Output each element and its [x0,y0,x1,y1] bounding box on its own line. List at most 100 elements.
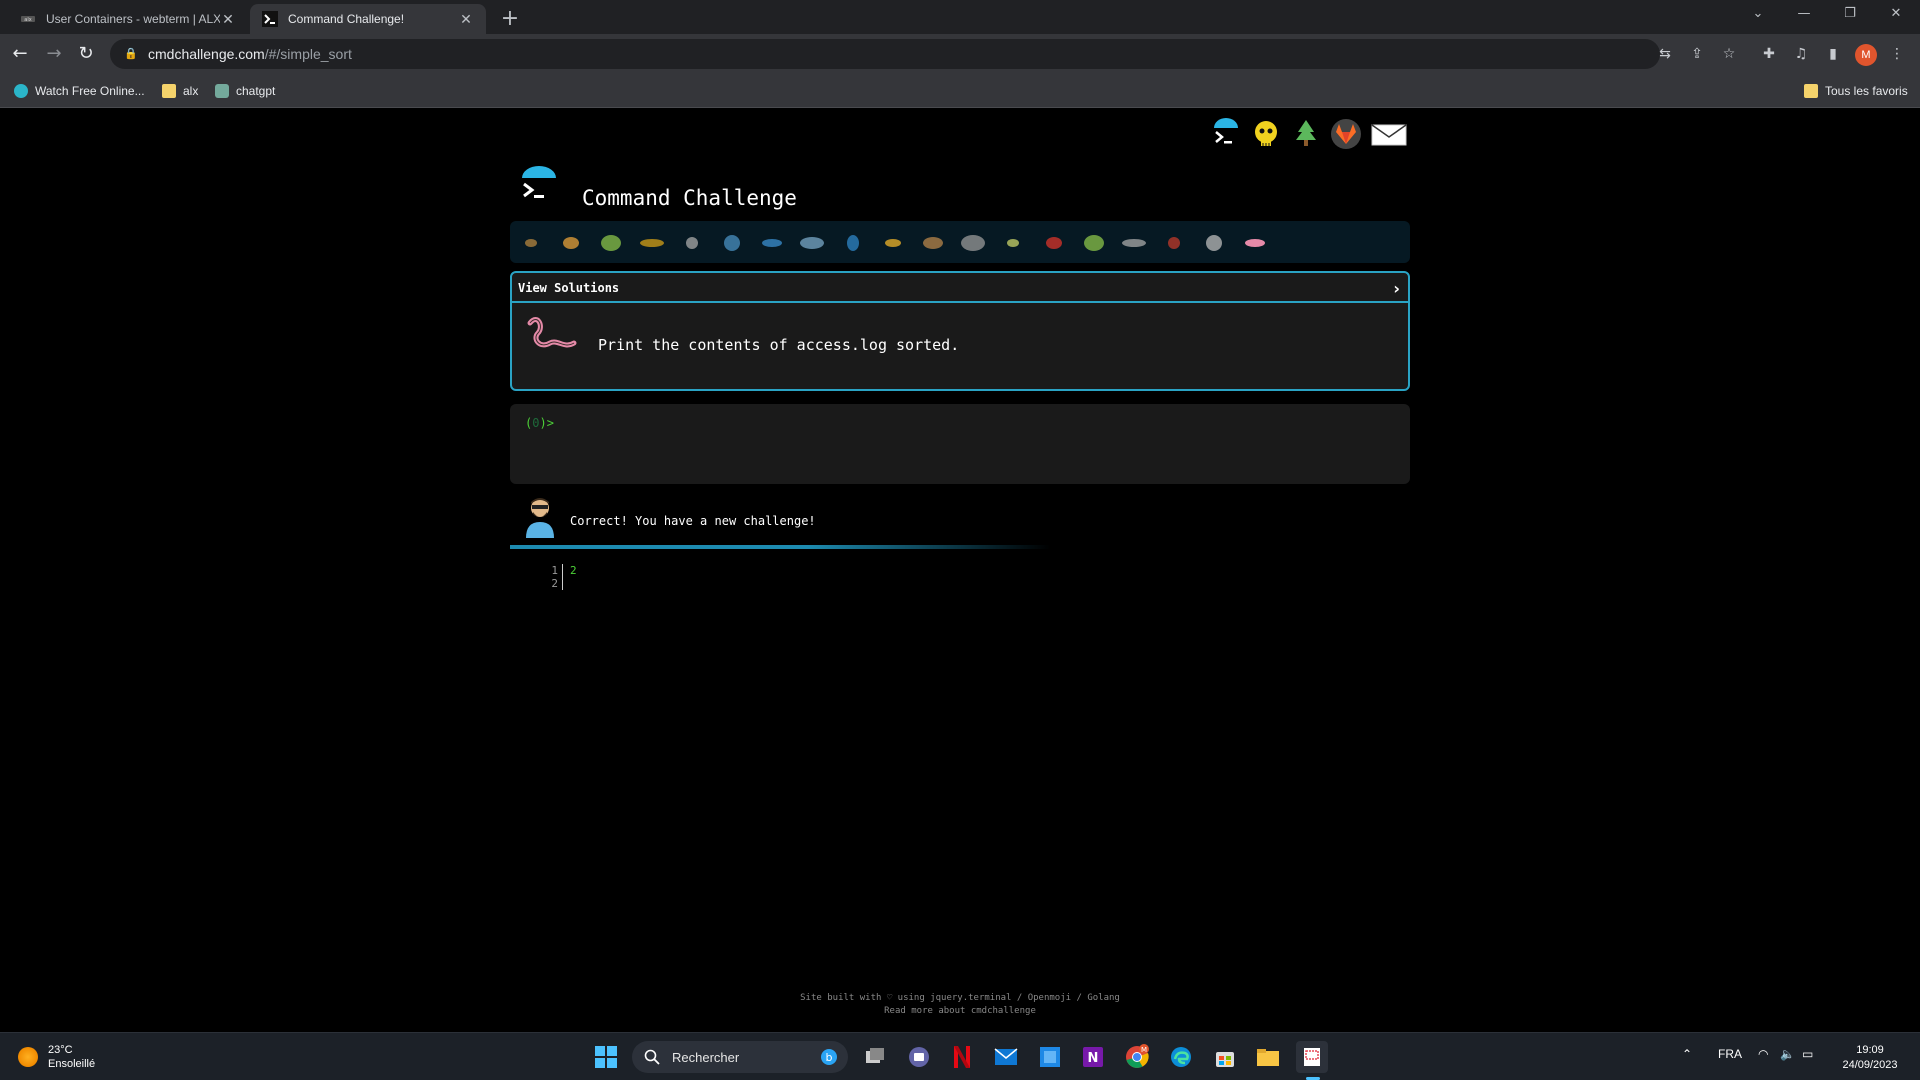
terminal-logo-icon[interactable] [516,164,562,214]
tree-icon[interactable] [1290,118,1322,150]
mosquito-icon[interactable] [998,227,1028,257]
minimize-button[interactable]: — [1782,0,1826,30]
caterpillar-icon[interactable] [596,227,626,257]
alx-favicon-icon: alx [21,16,35,23]
menu-dots-icon[interactable]: ⋮ [1886,43,1908,65]
system-clock[interactable]: 19:09 24/09/2023 [1830,1043,1910,1073]
tab-search-icon[interactable]: ⌄ [1736,0,1780,30]
file-explorer-icon[interactable] [1252,1041,1284,1073]
restore-button[interactable]: ❐ [1828,0,1872,30]
task-view-icon[interactable] [859,1041,891,1073]
insect-icon[interactable] [1119,227,1149,257]
battery-icon[interactable]: ▭ [1802,1047,1813,1061]
challenge-description: Print the contents of access.log sorted. [598,336,960,354]
prompt-suffix: )> [539,416,554,430]
feedback-row: Correct! You have a new challenge! [510,494,1410,544]
bookmark-watch-free[interactable]: Watch Free Online... [14,83,145,99]
tab-command-challenge[interactable]: Command Challenge! ✕ [250,4,486,34]
site-icon [14,84,28,98]
close-tab-icon[interactable]: ✕ [458,11,474,28]
weather-widget[interactable]: 23°C Ensoleillé [18,1041,95,1073]
ms-store-icon[interactable] [1209,1041,1241,1073]
all-bookmarks[interactable]: Tous les favoris [1804,83,1908,99]
bookmark-alx[interactable]: alx [162,83,198,99]
progress-fill [510,545,1050,549]
teams-chat-icon[interactable] [903,1041,935,1073]
challenge-panel: View Solutions › Print the contents of a… [510,271,1410,391]
worm-2-icon[interactable] [1240,227,1270,257]
clock-time: 19:09 [1856,1044,1884,1056]
mail-app-icon[interactable] [990,1041,1022,1073]
media-control-icon[interactable]: ♫ [1790,43,1812,65]
tray-overflow-icon[interactable]: ⌃ [1682,1047,1692,1061]
tab-user-containers[interactable]: alx User Containers - webterm | ALX ✕ [8,4,248,34]
gitlab-icon[interactable] [1330,118,1362,150]
chevron-right-icon[interactable]: › [1393,279,1400,298]
sun-icon [18,1047,38,1067]
side-panel-icon[interactable]: ▮ [1822,43,1844,65]
bookmark-chatgpt[interactable]: chatgpt [215,83,275,99]
chrome-icon[interactable]: M [1121,1041,1153,1073]
store-tile-icon[interactable] [1034,1041,1066,1073]
fly-icon[interactable] [1199,227,1229,257]
language-indicator[interactable]: FRA [1718,1047,1742,1061]
spider-icon[interactable] [677,227,707,257]
bookmark-star-icon[interactable]: ☆ [1718,43,1740,65]
bookmark-label: chatgpt [236,84,276,98]
extensions-icon[interactable]: ✚ [1758,43,1780,65]
taskbar-search[interactable]: Rechercher b [632,1041,848,1073]
view-solutions-label[interactable]: View Solutions [518,281,619,295]
footer-read-more-link[interactable]: Read more about cmdchallenge [0,1005,1920,1018]
top-icon-bar [1210,112,1410,152]
bing-icon: b [821,1049,837,1065]
worm-icon[interactable] [1079,227,1109,257]
reload-icon[interactable]: ↻ [74,42,98,66]
chrome-badge: M [1141,1046,1147,1054]
browser-toolbar: ← → ↻ 🔒 cmdchallenge.com/#/simple_sort ⇆… [0,34,1920,74]
windows-start-icon[interactable] [590,1041,622,1073]
close-window-button[interactable]: ✕ [1874,0,1918,30]
mail-icon[interactable] [1370,118,1408,150]
worm-icon [527,317,577,348]
shark-icon[interactable] [717,227,747,257]
bookmarks-bar: Watch Free Online... alx chatgpt Tous le… [0,74,1920,108]
new-tab-button[interactable]: + [496,6,524,34]
back-icon[interactable]: ← [8,42,32,66]
netflix-icon[interactable] [946,1041,978,1073]
tab-title: User Containers - webterm | ALX [46,12,220,26]
translate-icon[interactable]: ⇆ [1654,43,1676,65]
volume-icon[interactable]: 🔈 [1780,1047,1795,1061]
lady-beetle-icon[interactable] [1039,227,1069,257]
tropical-fish-icon[interactable] [878,227,908,257]
challenge-progress-bar [510,221,1410,263]
snail-icon[interactable] [516,227,546,257]
wolf-icon[interactable] [958,227,988,257]
view-solutions-header[interactable]: View Solutions › [512,273,1408,303]
ant-icon[interactable] [637,227,667,257]
butterfly-icon[interactable] [556,227,586,257]
skull-icon[interactable] [1250,118,1282,150]
fish-icon[interactable] [838,227,868,257]
avatar-icon [526,498,554,538]
share-icon[interactable]: ⇪ [1686,43,1708,65]
close-tab-icon[interactable]: ✕ [220,11,236,28]
chatgpt-icon [215,84,229,98]
terminal-icon[interactable] [1210,118,1242,150]
forward-icon[interactable]: → [42,42,66,66]
weather-desc: Ensoleillé [48,1058,96,1070]
dolphin-2-icon[interactable] [797,227,827,257]
profile-avatar[interactable]: M [1855,44,1877,66]
edge-icon[interactable] [1165,1041,1197,1073]
feedback-message: Correct! You have a new challenge! [570,514,816,528]
scorpion-icon[interactable] [1159,227,1189,257]
hedgehog-icon[interactable] [918,227,948,257]
wifi-icon[interactable]: ◠ [1758,1047,1768,1061]
browser-tab-bar: alx User Containers - webterm | ALX ✕ Co… [0,0,1920,34]
dolphin-icon[interactable] [757,227,787,257]
terminal-input[interactable]: (0)> [510,404,1410,484]
svg-text:b: b [826,1051,833,1064]
lock-icon: 🔒 [124,48,138,60]
snipping-tool-icon[interactable] [1296,1041,1328,1073]
onenote-icon[interactable]: N [1077,1041,1109,1073]
address-bar[interactable]: 🔒 cmdchallenge.com/#/simple_sort [110,39,1660,69]
